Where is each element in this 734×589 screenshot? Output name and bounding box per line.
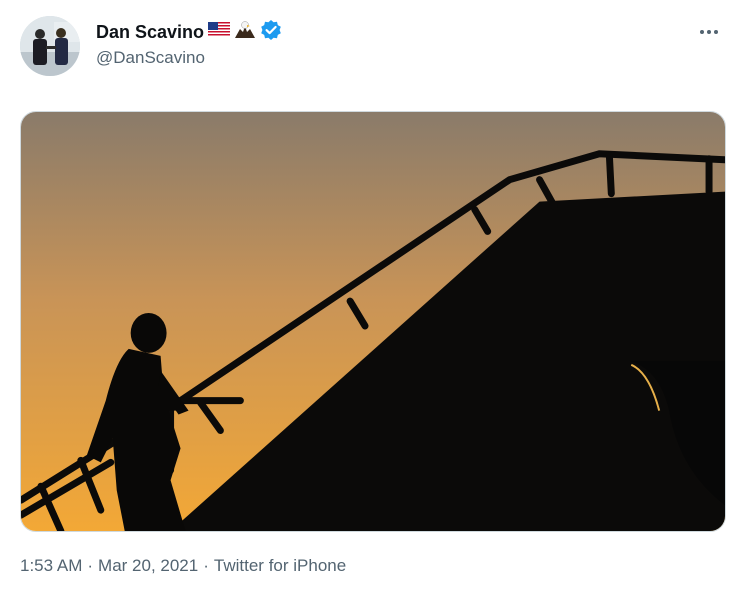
us-flag-icon xyxy=(208,22,231,42)
meta-separator: · xyxy=(87,556,94,575)
tweet-meta: 1:53 AM · Mar 20, 2021 · Twitter for iPh… xyxy=(20,556,346,576)
eagle-icon xyxy=(234,20,256,45)
avatar-photo xyxy=(20,16,80,76)
tweet-time[interactable]: 1:53 AM xyxy=(20,556,82,576)
tweet: Dan Scavino @DanScavino 1:53 AM · Mar 20… xyxy=(0,0,734,589)
display-name[interactable]: Dan Scavino xyxy=(96,22,204,43)
avatar[interactable] xyxy=(20,16,80,76)
tweet-source[interactable]: Twitter for iPhone xyxy=(214,556,346,576)
name-row: Dan Scavino xyxy=(96,19,282,46)
user-handle[interactable]: @DanScavino xyxy=(96,48,205,68)
verified-badge-icon xyxy=(260,19,282,46)
more-horizontal-icon[interactable] xyxy=(694,20,724,44)
tweet-photo[interactable] xyxy=(20,111,726,532)
meta-separator: · xyxy=(203,556,209,575)
photo-image xyxy=(21,112,725,531)
tweet-date[interactable]: Mar 20, 2021 xyxy=(98,556,198,576)
